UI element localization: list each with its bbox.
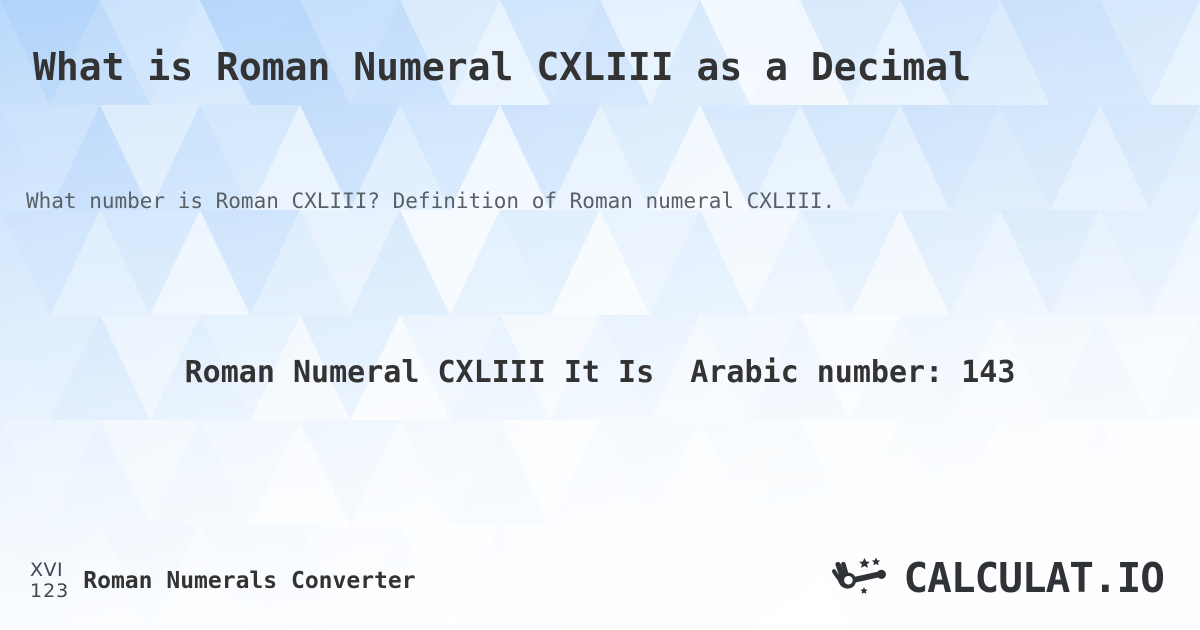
brand-mark-roman: XVI [30, 559, 64, 581]
site-logo-text: CALCULAT.IO [903, 554, 1165, 602]
page-subtitle: What number is Roman CXLIII? Definition … [26, 189, 836, 213]
social-card: What is Roman Numeral CXLIII as a Decima… [0, 0, 1200, 630]
brand-mark-arabic: 123 [30, 579, 70, 602]
magic-wand-hand-icon [832, 557, 887, 594]
answer-statement: Roman Numeral CXLIII It Is Arabic number… [184, 355, 1016, 390]
page-title: What is Roman Numeral CXLIII as a Decima… [33, 45, 971, 89]
roman-numerals-logo-icon: XVI 123 [30, 560, 83, 601]
footer: XVI 123 Roman Numerals Converter CALCULA… [0, 538, 1200, 630]
brand: XVI 123 Roman Numerals Converter [30, 560, 416, 601]
brand-name: Roman Numerals Converter [83, 567, 416, 594]
site-logo[interactable]: CALCULAT.IO [831, 554, 1165, 602]
